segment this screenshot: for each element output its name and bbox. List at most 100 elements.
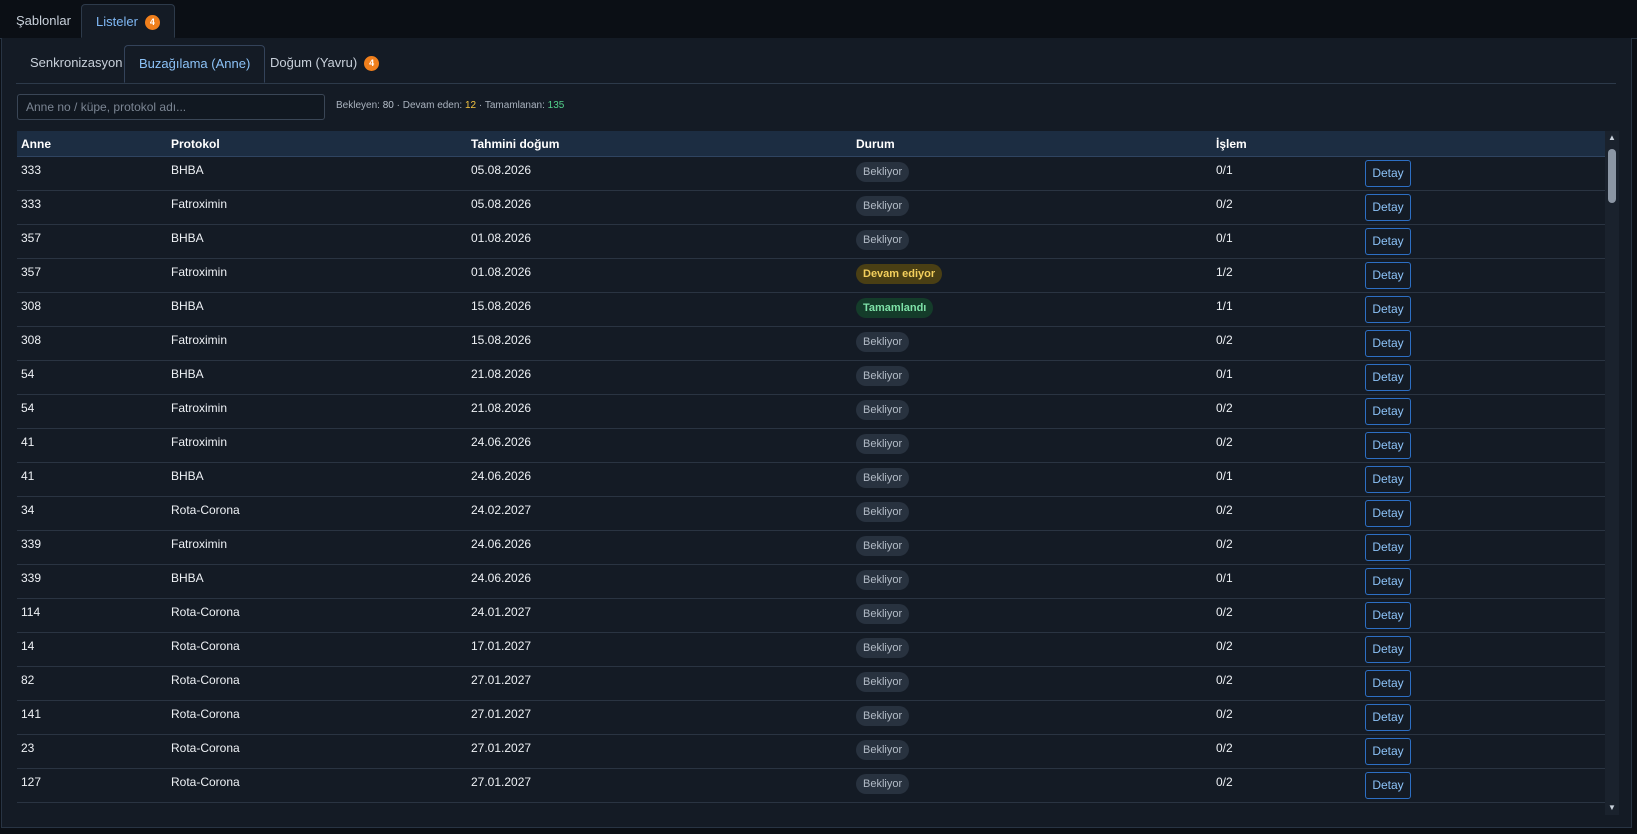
status-badge: Bekliyor: [856, 162, 910, 182]
detay-button[interactable]: Detay: [1365, 772, 1411, 799]
scroll-thumb[interactable]: [1608, 149, 1616, 203]
scroll-down-icon[interactable]: ▼: [1605, 801, 1619, 815]
cell-tahmini-dogum: 24.06.2026: [467, 462, 852, 497]
detay-button[interactable]: Detay: [1365, 194, 1411, 221]
table-row: 308 BHBA 15.08.2026 Tamamlandı 1/1 Detay: [17, 292, 1605, 327]
detay-button[interactable]: Detay: [1365, 704, 1411, 731]
status-summary: Bekleyen: 80 · Devam eden: 12 · Tamamlan…: [336, 100, 564, 111]
detay-button[interactable]: Detay: [1365, 568, 1411, 595]
cell-tahmini-dogum: 24.01.2027: [467, 598, 852, 633]
top-tab-bar: Şablonlar Listeler 4: [0, 0, 1637, 39]
status-badge: Bekliyor: [856, 740, 910, 760]
cell-tahmini-dogum: 17.01.2027: [467, 632, 852, 667]
cell-action: Detay: [1361, 632, 1605, 667]
detay-button[interactable]: Detay: [1365, 534, 1411, 561]
detay-button[interactable]: Detay: [1365, 262, 1411, 289]
cell-anne: 114: [17, 598, 167, 633]
cell-islem: 0/1: [1212, 564, 1361, 599]
column-header-anne[interactable]: Anne: [17, 131, 167, 157]
cell-islem: 0/1: [1212, 224, 1361, 259]
cell-protokol: Rota-Corona: [167, 598, 467, 633]
detay-button[interactable]: Detay: [1365, 466, 1411, 493]
cell-protokol: BHBA: [167, 360, 467, 395]
detay-button[interactable]: Detay: [1365, 228, 1411, 255]
detay-button[interactable]: Detay: [1365, 670, 1411, 697]
tab-sablonlar[interactable]: Şablonlar: [2, 4, 85, 38]
cell-islem: 0/1: [1212, 156, 1361, 191]
cell-anne: 14: [17, 632, 167, 667]
separator: ·: [396, 100, 400, 111]
detay-button[interactable]: Detay: [1365, 160, 1411, 187]
table-row: 41 Fatroximin 24.06.2026 Bekliyor 0/2 Detay: [17, 428, 1605, 463]
tab-buzagilama-anne[interactable]: Buzağılama (Anne): [124, 45, 266, 83]
cell-anne: 41: [17, 428, 167, 463]
cell-islem: 0/2: [1212, 666, 1361, 701]
tab-senkronizasyon[interactable]: Senkronizasyon: [16, 45, 137, 83]
cell-action: Detay: [1361, 156, 1605, 191]
count-badge: 4: [144, 15, 160, 31]
cell-protokol: Rota-Corona: [167, 734, 467, 769]
tab-label: Doğum (Yavru): [270, 55, 358, 70]
detay-button[interactable]: Detay: [1365, 398, 1411, 425]
page: Şablonlar Listeler 4 Senkronizasyon Buzağ…: [0, 0, 1637, 834]
cell-action: Detay: [1361, 394, 1605, 429]
status-badge: Bekliyor: [856, 672, 910, 692]
cell-protokol: Fatroximin: [167, 190, 467, 225]
table-body: 333 BHBA 05.08.2026 Bekliyor 0/1 Detay 333 Fatr…: [17, 156, 1605, 803]
column-header-islem[interactable]: İşlem: [1212, 131, 1361, 157]
cell-tahmini-dogum: 24.02.2027: [467, 496, 852, 531]
cell-durum: Bekliyor: [852, 224, 1212, 259]
table-row: 339 Fatroximin 24.06.2026 Bekliyor 0/2 Detay: [17, 530, 1605, 565]
cell-durum: Bekliyor: [852, 632, 1212, 667]
status-badge: Bekliyor: [856, 638, 910, 658]
table-header-row: Anne Protokol Tahmini doğum Durum İşlem: [17, 131, 1605, 157]
cell-durum: Tamamlandı: [852, 292, 1212, 327]
cell-action: Detay: [1361, 292, 1605, 327]
cell-tahmini-dogum: 24.06.2026: [467, 428, 852, 463]
cell-tahmini-dogum: 21.08.2026: [467, 394, 852, 429]
tab-dogum-yavru[interactable]: Doğum (Yavru) 4: [256, 45, 393, 83]
cell-anne: 141: [17, 700, 167, 735]
detay-button[interactable]: Detay: [1365, 602, 1411, 629]
column-header-protokol[interactable]: Protokol: [167, 131, 467, 157]
tab-label: Şablonlar: [16, 13, 71, 28]
cell-islem: 0/1: [1212, 360, 1361, 395]
column-header-durum[interactable]: Durum: [852, 131, 1212, 157]
table-row: 127 Rota-Corona 27.01.2027 Bekliyor 0/2 Detay: [17, 768, 1605, 803]
detay-button[interactable]: Detay: [1365, 432, 1411, 459]
waiting-label: Bekleyen:: [336, 100, 380, 111]
status-badge: Tamamlandı: [856, 298, 934, 318]
cell-protokol: BHBA: [167, 156, 467, 191]
status-badge: Bekliyor: [856, 366, 910, 386]
table-container: Anne Protokol Tahmini doğum Durum İşlem …: [17, 131, 1619, 815]
cell-tahmini-dogum: 21.08.2026: [467, 360, 852, 395]
tab-listeler[interactable]: Listeler 4: [81, 4, 175, 38]
detay-button[interactable]: Detay: [1365, 330, 1411, 357]
detay-button[interactable]: Detay: [1365, 636, 1411, 663]
detay-button[interactable]: Detay: [1365, 500, 1411, 527]
cell-islem: 1/2: [1212, 258, 1361, 293]
cell-durum: Bekliyor: [852, 428, 1212, 463]
detay-button[interactable]: Detay: [1365, 296, 1411, 323]
cell-action: Detay: [1361, 768, 1605, 803]
cell-action: Detay: [1361, 428, 1605, 463]
cell-protokol: Fatroximin: [167, 326, 467, 361]
cell-action: Detay: [1361, 734, 1605, 769]
table-row: 34 Rota-Corona 24.02.2027 Bekliyor 0/2 Detay: [17, 496, 1605, 531]
cell-action: Detay: [1361, 258, 1605, 293]
cell-protokol: Rota-Corona: [167, 496, 467, 531]
column-header-tahmini-dogum[interactable]: Tahmini doğum: [467, 131, 852, 157]
detay-button[interactable]: Detay: [1365, 738, 1411, 765]
detay-button[interactable]: Detay: [1365, 364, 1411, 391]
cell-islem: 0/2: [1212, 428, 1361, 463]
cell-islem: 0/2: [1212, 632, 1361, 667]
scroll-up-icon[interactable]: ▲: [1605, 131, 1619, 145]
cell-tahmini-dogum: 27.01.2027: [467, 734, 852, 769]
vertical-scrollbar[interactable]: ▲ ▼: [1605, 131, 1619, 815]
count-badge: 4: [364, 56, 380, 72]
search-input[interactable]: [17, 94, 325, 120]
cell-protokol: Fatroximin: [167, 394, 467, 429]
cell-anne: 357: [17, 258, 167, 293]
status-badge: Bekliyor: [856, 570, 910, 590]
cell-durum: Bekliyor: [852, 598, 1212, 633]
